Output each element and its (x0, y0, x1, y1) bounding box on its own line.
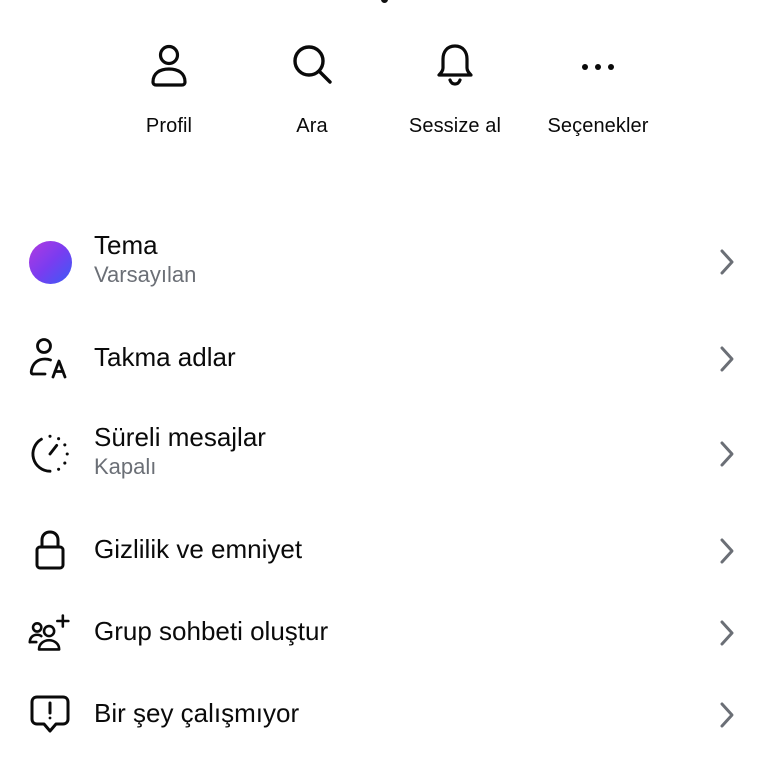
privacy-safety-text: Gizlilik ve emniyet (94, 534, 302, 564)
chat-details-screen: Profil Ara Sessize al Seçenekler Tema Va… (0, 0, 768, 768)
theme-subtitle: Varsayılan (94, 262, 197, 287)
timer-icon (28, 432, 72, 476)
chevron-right-icon (712, 440, 740, 468)
chevron-right-icon (712, 701, 740, 729)
privacy-safety-row[interactable]: Gizlilik ve emniyet (0, 526, 768, 576)
report-problem-text: Bir şey çalışmıyor (94, 698, 299, 728)
search-action-label: Ara (296, 115, 328, 137)
create-group-chat-row[interactable]: Grup sohbeti oluştur (0, 608, 768, 658)
nicknames-title: Takma adlar (94, 342, 236, 372)
more-horizontal-icon (528, 40, 668, 90)
mute-action-label: Sessize al (408, 115, 502, 137)
mute-action-button[interactable]: Sessize al (385, 40, 525, 138)
options-action-button[interactable]: Seçenekler (528, 40, 668, 138)
nicknames-row[interactable]: Takma adlar (0, 334, 768, 384)
report-alert-icon (28, 692, 72, 736)
theme-color-swatch (28, 240, 72, 284)
profile-action-label: Profil (145, 115, 193, 137)
theme-title: Tema (94, 230, 158, 260)
create-group-chat-title: Grup sohbeti oluştur (94, 616, 329, 646)
top-cropped-glyph (381, 0, 388, 3)
profile-action-button[interactable]: Profil (99, 40, 239, 138)
nickname-person-icon (28, 336, 72, 380)
disappearing-messages-title: Süreli mesajlar (94, 422, 266, 452)
theme-color-dot (28, 240, 72, 284)
theme-row[interactable]: Tema Varsayılan (0, 230, 768, 294)
lock-icon (28, 528, 72, 572)
chevron-right-icon (712, 619, 740, 647)
disappearing-messages-row[interactable]: Süreli mesajlar Kapalı (0, 422, 768, 486)
chevron-right-icon (712, 537, 740, 565)
theme-text: Tema Varsayılan (94, 230, 196, 288)
chevron-right-icon (712, 345, 740, 373)
create-group-chat-text: Grup sohbeti oluştur (94, 616, 328, 646)
nicknames-text: Takma adlar (94, 342, 236, 372)
privacy-safety-title: Gizlilik ve emniyet (94, 534, 303, 564)
search-action-button[interactable]: Ara (242, 40, 382, 138)
report-problem-title: Bir şey çalışmıyor (94, 698, 300, 728)
options-action-label: Seçenekler (547, 115, 649, 137)
report-problem-row[interactable]: Bir şey çalışmıyor (0, 690, 768, 740)
group-add-icon (28, 610, 72, 654)
chevron-right-icon (712, 248, 740, 276)
search-icon (242, 40, 382, 90)
disappearing-messages-text: Süreli mesajlar Kapalı (94, 422, 266, 480)
person-icon (99, 40, 239, 90)
bell-icon (385, 40, 525, 90)
disappearing-messages-subtitle: Kapalı (94, 454, 157, 479)
